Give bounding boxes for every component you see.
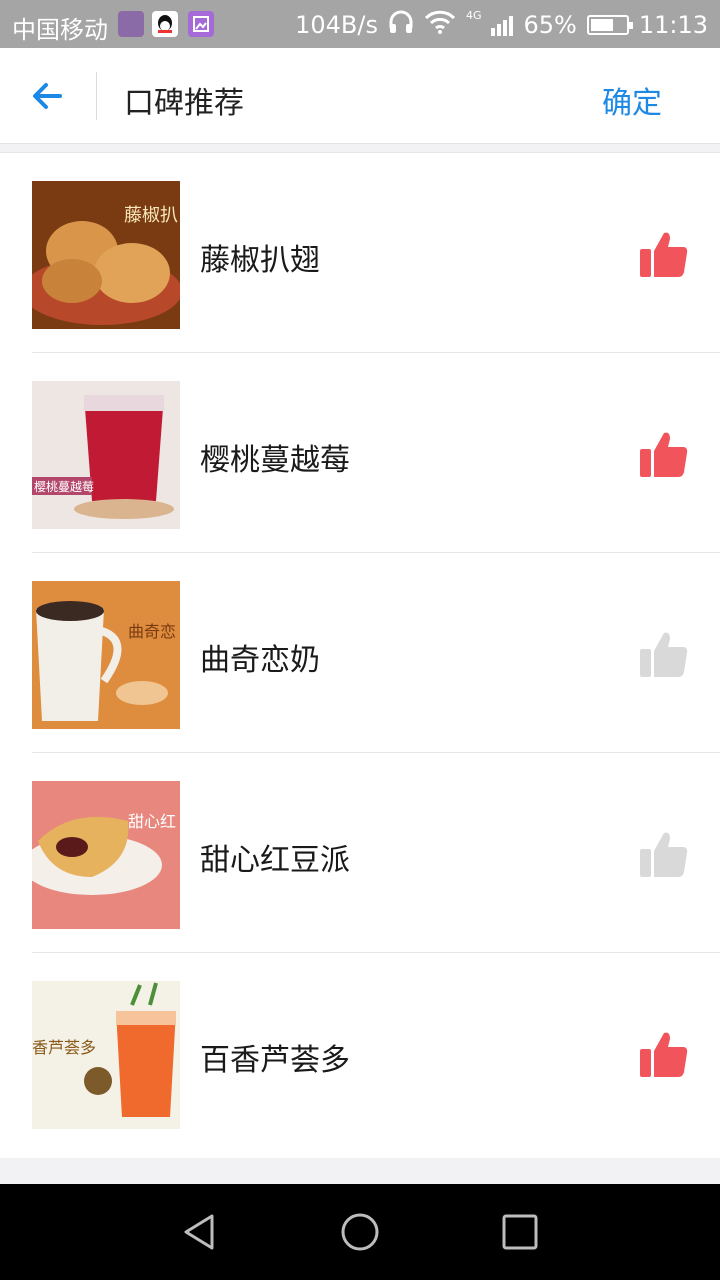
battery-percent: 65% — [523, 11, 577, 39]
recommendation-list: 藤椒扒 藤椒扒翅 樱桃蔓越莓 樱桃蔓越莓 曲奇恋 曲奇恋奶 甜心红 甜心红豆派 … — [0, 152, 720, 1158]
item-name: 甜心红豆派 — [200, 843, 350, 878]
list-item[interactable]: 甜心红 甜心红豆派 — [0, 753, 720, 953]
svg-text:甜心红: 甜心红 — [128, 812, 176, 831]
food-thumbnail: 香芦荟多 — [32, 981, 180, 1129]
signal-icon — [491, 14, 514, 36]
home-key-icon[interactable] — [340, 1212, 380, 1252]
status-bar: 中国移动 104B/s 4G 65% 11:13 — [0, 0, 720, 48]
food-thumbnail: 藤椒扒 — [32, 181, 180, 329]
item-name: 百香芦荟多 — [200, 1043, 350, 1078]
list-item[interactable]: 藤椒扒 藤椒扒翅 — [0, 153, 720, 353]
page-title: 口碑推荐 — [124, 86, 244, 121]
svg-text:曲奇恋: 曲奇恋 — [128, 622, 176, 641]
recents-key-icon[interactable] — [500, 1212, 540, 1252]
back-key-icon[interactable] — [180, 1212, 220, 1252]
headphones-icon — [388, 10, 414, 40]
network-type: 4G — [465, 8, 482, 22]
thumbs-up-icon[interactable] — [640, 631, 688, 677]
food-thumbnail: 樱桃蔓越莓 — [32, 381, 180, 529]
item-name: 曲奇恋奶 — [200, 643, 320, 678]
wifi-icon — [424, 10, 456, 40]
list-item[interactable]: 樱桃蔓越莓 樱桃蔓越莓 — [0, 353, 720, 553]
back-button[interactable] — [22, 70, 74, 122]
qq-icon — [152, 11, 178, 37]
food-thumbnail: 甜心红 — [32, 781, 180, 929]
thumbs-up-icon[interactable] — [640, 431, 688, 477]
food-thumbnail: 曲奇恋 — [32, 581, 180, 729]
list-footer-gap — [0, 1158, 720, 1184]
notification-app-icon — [118, 11, 144, 37]
carrier-label: 中国移动 — [12, 16, 108, 44]
item-name: 藤椒扒翅 — [200, 243, 320, 278]
clock: 11:13 — [638, 11, 708, 39]
net-speed: 104B/s — [295, 11, 378, 39]
header-divider — [96, 72, 97, 120]
list-item[interactable]: 曲奇恋 曲奇恋奶 — [0, 553, 720, 753]
system-navigation-bar — [0, 1184, 720, 1280]
thumbs-up-icon[interactable] — [640, 1031, 688, 1077]
battery-icon — [586, 15, 633, 35]
gallery-icon — [188, 11, 214, 37]
list-item[interactable]: 香芦荟多 百香芦荟多 — [0, 953, 720, 1153]
svg-text:樱桃蔓越莓: 樱桃蔓越莓 — [34, 479, 94, 494]
svg-text:香芦荟多: 香芦荟多 — [32, 1038, 96, 1057]
thumbs-up-icon[interactable] — [640, 231, 688, 277]
confirm-button[interactable]: 确定 — [602, 78, 662, 122]
app-header: 口碑推荐 确定 — [0, 48, 720, 144]
arrow-left-icon — [33, 83, 62, 109]
status-right: 104B/s 4G 65% 11:13 — [295, 8, 708, 40]
svg-text:藤椒扒: 藤椒扒 — [124, 205, 178, 226]
item-name: 樱桃蔓越莓 — [200, 443, 350, 478]
thumbs-up-icon[interactable] — [640, 831, 688, 877]
